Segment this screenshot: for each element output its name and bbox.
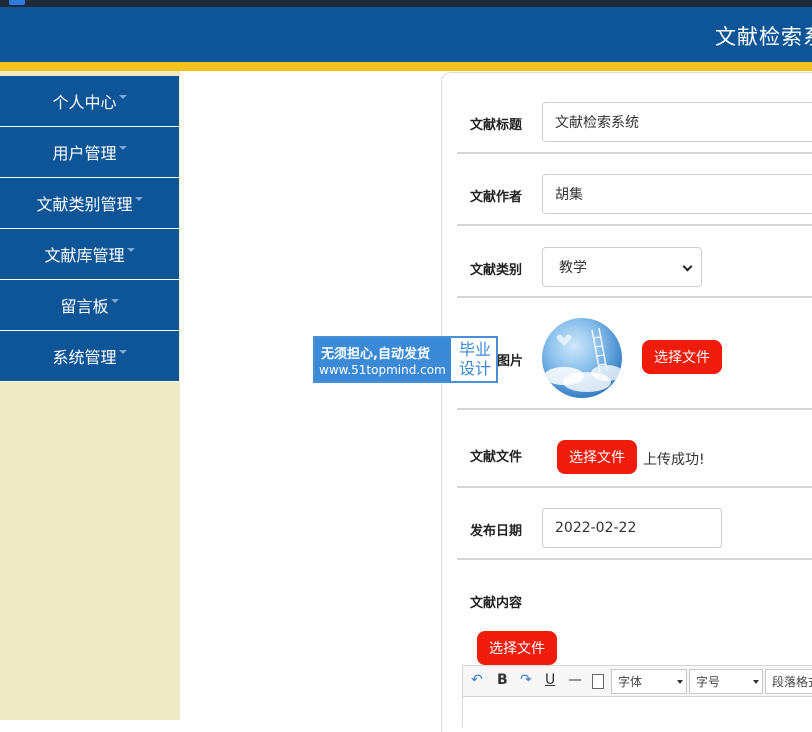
paragraph-format-select[interactable]: 段落格式 bbox=[765, 669, 812, 694]
caret-down-icon bbox=[118, 350, 127, 354]
author-input[interactable]: 胡集 bbox=[542, 174, 812, 214]
sidebar-item-user-management[interactable]: 用户管理 bbox=[0, 127, 179, 178]
rich-text-toolbar: ↶ B ↷ U — 字体 字号 段落格式 bbox=[462, 665, 812, 697]
font-family-select[interactable]: 字体 bbox=[611, 669, 687, 694]
caret-down-icon bbox=[134, 197, 143, 201]
sidebar-item-message-board[interactable]: 留言板 bbox=[0, 280, 179, 331]
content-select-file-button[interactable]: 选择文件 bbox=[477, 631, 557, 665]
browser-tab-strip bbox=[0, 0, 812, 7]
redo-icon[interactable]: ↷ bbox=[520, 672, 532, 688]
content-label: 文献内容 bbox=[470, 596, 523, 611]
title-input[interactable]: 文献检索系统 bbox=[542, 102, 812, 142]
image-select-file-button[interactable]: 选择文件 bbox=[642, 340, 722, 374]
sidebar-menu: 个人中心 用户管理 文献类别管理 文献库管理 留言板 系统管理 bbox=[0, 76, 179, 382]
sidebar-item-category-management[interactable]: 文献类别管理 bbox=[0, 178, 179, 229]
caret-down-icon bbox=[118, 146, 127, 150]
upload-status-text: 上传成功! bbox=[643, 452, 705, 468]
sidebar: 个人中心 用户管理 文献类别管理 文献库管理 留言板 系统管理 bbox=[0, 71, 180, 720]
file-select-file-button[interactable]: 选择文件 bbox=[557, 440, 637, 474]
image-label: 图片 bbox=[497, 354, 524, 369]
title-label: 文献标题 bbox=[470, 118, 523, 133]
author-label: 文献作者 bbox=[470, 190, 523, 205]
uploaded-image-preview bbox=[542, 318, 622, 398]
sidebar-item-label: 系统管理 bbox=[52, 348, 117, 367]
underline-icon[interactable]: U bbox=[545, 672, 555, 688]
rich-text-editor-body[interactable] bbox=[462, 697, 812, 727]
category-label: 文献类别 bbox=[470, 263, 523, 278]
watermark-badge: 无须担心,自动发货 www.51topmind.com 毕业设计 bbox=[313, 336, 498, 383]
watermark-url: www.51topmind.com bbox=[319, 363, 446, 377]
category-select[interactable]: 教学 bbox=[542, 247, 702, 287]
font-size-placeholder: 字号 bbox=[696, 675, 721, 689]
sidebar-item-label: 个人中心 bbox=[52, 93, 117, 112]
date-label: 发布日期 bbox=[470, 524, 523, 539]
sidebar-item-label: 用户管理 bbox=[52, 144, 117, 163]
sidebar-item-label: 文献类别管理 bbox=[36, 195, 133, 214]
sidebar-item-system-management[interactable]: 系统管理 bbox=[0, 331, 179, 382]
paragraph-format-placeholder: 段落格式 bbox=[772, 675, 812, 689]
caret-down-icon bbox=[118, 95, 127, 99]
font-family-placeholder: 字体 bbox=[618, 675, 643, 689]
font-size-select[interactable]: 字号 bbox=[689, 669, 763, 694]
file-label: 文献文件 bbox=[470, 450, 523, 465]
watermark-right-text: 毕业设计 bbox=[458, 340, 491, 378]
category-select-value: 教学 bbox=[559, 260, 587, 276]
sidebar-item-library-management[interactable]: 文献库管理 bbox=[0, 229, 179, 280]
dropdown-arrow-icon bbox=[677, 680, 683, 684]
document-icon[interactable] bbox=[592, 674, 604, 689]
browser-tab-icon bbox=[9, 0, 25, 5]
horizontal-rule-icon[interactable]: — bbox=[568, 672, 582, 688]
sidebar-item-personal-center[interactable]: 个人中心 bbox=[0, 76, 179, 127]
caret-down-icon bbox=[110, 299, 119, 303]
sky-ladder-picture bbox=[544, 327, 622, 392]
dropdown-arrow-icon bbox=[753, 680, 759, 684]
date-input[interactable]: 2022-02-22 bbox=[542, 508, 722, 548]
bold-icon[interactable]: B bbox=[497, 672, 508, 688]
sidebar-item-label: 文献库管理 bbox=[44, 246, 125, 265]
app-header: 文献检索系统 bbox=[0, 7, 812, 62]
caret-down-icon bbox=[126, 248, 135, 252]
sidebar-item-label: 留言板 bbox=[60, 297, 109, 316]
app-title: 文献检索系统 bbox=[715, 25, 812, 49]
header-accent-bar bbox=[0, 62, 812, 71]
chevron-down-icon bbox=[682, 261, 693, 272]
undo-icon[interactable]: ↶ bbox=[471, 672, 483, 688]
watermark-line1: 无须担心,自动发货 bbox=[321, 347, 430, 362]
watermark-left-panel: 无须担心,自动发货 www.51topmind.com bbox=[315, 338, 451, 381]
